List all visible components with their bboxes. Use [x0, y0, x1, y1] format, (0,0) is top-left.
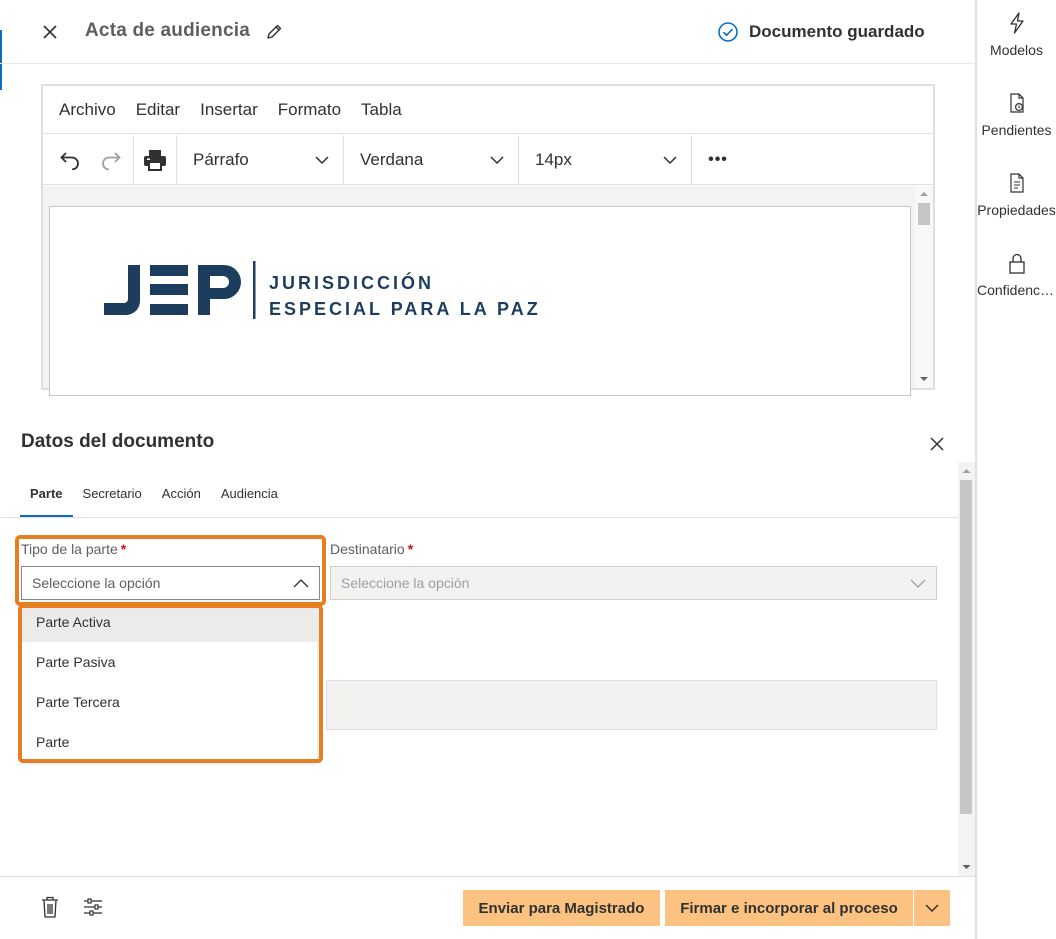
sliders-icon: [84, 898, 102, 916]
panel-scrollbar[interactable]: [958, 462, 975, 876]
tab-audiencia[interactable]: Audiencia: [211, 470, 288, 517]
close-icon: [930, 437, 944, 451]
panel-title: Datos del documento: [21, 431, 215, 452]
menu-archivo[interactable]: Archivo: [59, 100, 116, 120]
print-icon: [144, 149, 166, 171]
rich-text-editor: Archivo Editar Insertar Formato Tabla Pá…: [41, 84, 935, 396]
editor-scroll-thumb[interactable]: [918, 203, 930, 225]
tab-parte[interactable]: Parte: [20, 470, 73, 517]
font-family-value: Verdana: [360, 149, 424, 169]
required-mark: *: [407, 541, 414, 557]
edit-title-button[interactable]: [262, 20, 286, 44]
scroll-down-icon: [962, 865, 971, 869]
destinatario-select[interactable]: Seleccione la opción: [330, 566, 937, 600]
scroll-up-icon: [962, 469, 971, 473]
destinatario-label: Destinatario *: [330, 541, 413, 557]
redo-button[interactable]: [89, 135, 133, 185]
editor-menubar: Archivo Editar Insertar Formato Tabla: [43, 86, 933, 134]
document-page[interactable]: JURISDICCIÓN ESPECIAL PARA LA PAZ: [49, 206, 911, 396]
editor-canvas[interactable]: JURISDICCIÓN ESPECIAL PARA LA PAZ: [43, 186, 933, 396]
rail-label-confidencialidad: Confidencialidad: [977, 282, 1056, 298]
rail-item-confidencialidad[interactable]: Confidencialidad: [977, 252, 1056, 298]
menu-editar[interactable]: Editar: [136, 100, 180, 120]
chevron-down-icon: [925, 904, 939, 912]
more-options-button[interactable]: •••: [692, 135, 744, 185]
undo-button[interactable]: [43, 135, 89, 185]
right-rail: Modelos Pendientes Propiedades Confidenc…: [975, 0, 1056, 939]
panel-scroll-thumb[interactable]: [960, 480, 972, 814]
lock-icon: [1008, 253, 1025, 274]
redo-icon: [102, 151, 121, 170]
lightning-icon: [1009, 12, 1024, 34]
footer-divider: [0, 876, 975, 877]
chevron-down-icon: [490, 155, 504, 164]
font-size-select[interactable]: 14px: [519, 135, 691, 185]
accent-tick: [0, 30, 2, 90]
send-to-magistrate-button[interactable]: Enviar para Magistrado: [463, 890, 660, 926]
tabs-divider: [0, 517, 958, 518]
settings-button[interactable]: [81, 894, 105, 920]
logo-line-2: ESPECIAL PARA LA PAZ: [269, 299, 541, 319]
properties-document-icon: [1009, 173, 1024, 193]
rail-item-pendientes[interactable]: Pendientes: [977, 92, 1056, 138]
block-format-value: Párrafo: [193, 149, 249, 169]
jep-logo: JURISDICCIÓN ESPECIAL PARA LA PAZ: [104, 261, 541, 319]
rail-label-pendientes: Pendientes: [981, 122, 1052, 138]
left-accent-bar: [0, 0, 2, 939]
check-circle-icon: [718, 22, 738, 42]
scroll-up-icon: [920, 192, 928, 196]
tab-accion[interactable]: Acción: [152, 470, 211, 517]
menu-tabla[interactable]: Tabla: [361, 100, 402, 120]
hidden-field-background: [326, 680, 937, 730]
font-family-select[interactable]: Verdana: [344, 135, 518, 185]
menu-insertar[interactable]: Insertar: [200, 100, 258, 120]
print-button[interactable]: [134, 135, 176, 185]
document-title: Acta de audiencia: [85, 20, 250, 41]
menu-formato[interactable]: Formato: [278, 100, 341, 120]
saved-status: Documento guardado: [717, 20, 925, 44]
close-icon: [43, 25, 57, 39]
font-size-value: 14px: [535, 149, 572, 169]
panel-tabs: Parte Secretario Acción Audiencia: [20, 470, 288, 518]
rail-item-modelos[interactable]: Modelos: [977, 12, 1056, 58]
close-document-button[interactable]: [36, 18, 64, 46]
sign-and-incorporate-button[interactable]: Firmar e incorporar al proceso: [665, 890, 913, 926]
chevron-down-icon: [663, 155, 677, 164]
saved-status-text: Documento guardado: [749, 22, 925, 41]
destinatario-label-text: Destinatario: [330, 541, 405, 557]
rail-label-propiedades: Propiedades: [977, 202, 1056, 218]
delete-button[interactable]: [38, 894, 62, 920]
destinatario-placeholder: Seleccione la opción: [341, 575, 470, 591]
rail-item-propiedades[interactable]: Propiedades: [977, 172, 1056, 218]
sign-options-dropdown-button[interactable]: [914, 890, 950, 926]
chevron-down-icon: [315, 155, 329, 164]
pending-document-icon: [1009, 93, 1024, 113]
editor-scrollbar[interactable]: [915, 186, 933, 388]
panel-close-button[interactable]: [925, 432, 949, 456]
header-divider: [0, 63, 975, 64]
rail-label-modelos: Modelos: [990, 42, 1043, 58]
block-format-select[interactable]: Párrafo: [177, 135, 343, 185]
undo-icon: [60, 151, 79, 170]
highlight-box-field: [15, 535, 326, 606]
editor-toolbar: Párrafo Verdana 14px •••: [43, 134, 933, 185]
pencil-icon: [267, 24, 282, 39]
highlight-box-options: [18, 604, 323, 763]
chevron-down-icon: [910, 579, 926, 588]
logo-line-1: JURISDICCIÓN: [269, 272, 434, 293]
tab-secretario[interactable]: Secretario: [73, 470, 152, 517]
trash-icon: [42, 896, 58, 918]
scroll-down-icon: [920, 377, 928, 381]
